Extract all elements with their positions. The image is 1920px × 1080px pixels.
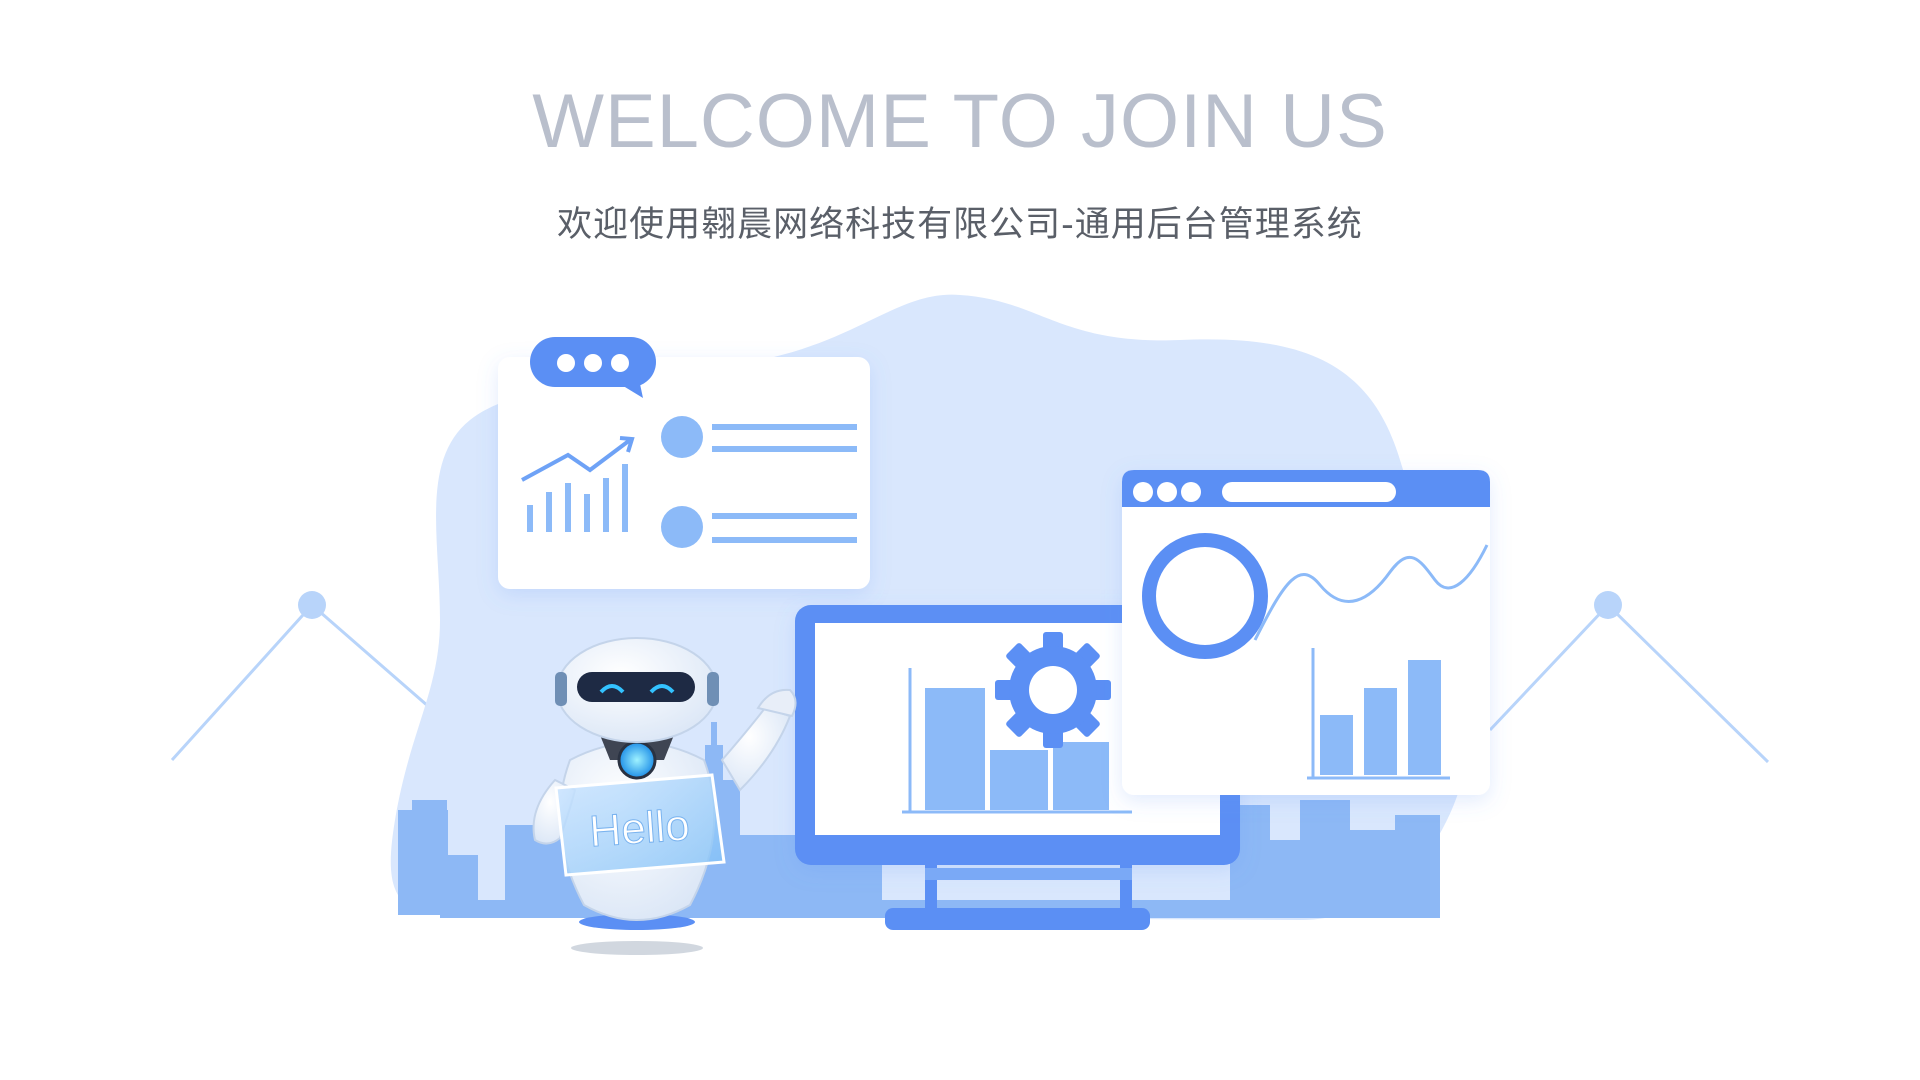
analytics-card bbox=[498, 357, 870, 589]
right-zigzag-decoration bbox=[1488, 602, 1770, 764]
welcome-illustration: Hello bbox=[170, 294, 1770, 955]
right-node-dot bbox=[1594, 591, 1622, 619]
hello-sign-label: Hello bbox=[588, 801, 691, 857]
left-node-dot bbox=[298, 591, 326, 619]
chest-light-icon bbox=[617, 740, 657, 780]
gear-icon bbox=[995, 632, 1111, 748]
hello-sign: Hello bbox=[554, 773, 726, 877]
